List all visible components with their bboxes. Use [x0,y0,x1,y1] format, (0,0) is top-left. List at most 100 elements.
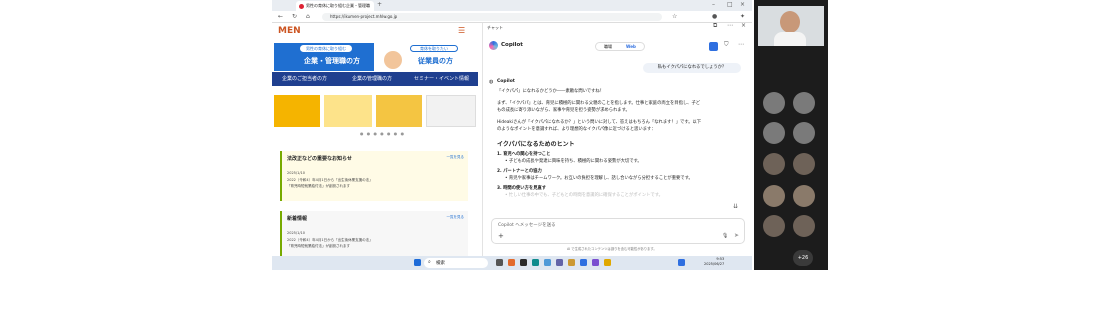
news1-more-link[interactable]: 一覧を見る [447,155,465,160]
copilot-taskbar-icon[interactable] [580,259,587,266]
participant-avatar[interactable] [793,122,815,144]
new-info-box: 新着情報 一覧を見る 2025/1/10 2022（令和4）年4月1日から「出生… [280,211,468,256]
company-manager-card[interactable]: 男性の育休に取り組む 企業・管理職の方 [274,43,374,71]
tip-2-bullet: • 育児や家事はチームワーク。お互いの負担を理解し、話し合いながら分担することが… [505,176,693,181]
site-logo[interactable]: MEN [278,26,301,36]
browser-tab-bar: 男性の育休に取り組む企業・管理職 + – □ × [272,0,752,11]
tips-heading: イクパパになるためのヒント [497,141,575,148]
minimize-icon[interactable]: – [712,0,715,11]
firefox-icon[interactable] [508,259,515,266]
nav-item-manager[interactable]: 企業の管理職の方 [352,72,392,86]
news2-heading: 新着情報 [287,216,308,222]
copilot-title: Copilot [501,42,523,48]
add-attachment-icon[interactable]: + [498,232,504,240]
banner-2[interactable] [324,95,372,127]
response-p3b: のようなポイントを意識すれば、より理想的なイクパパ像に近づけると思います： [497,127,656,132]
nav-item-company[interactable]: 企業のご担当者の方 [282,72,327,86]
tip-1-title: 1. 育児への関心を持つこと [497,152,551,157]
app2-icon[interactable] [592,259,599,266]
banner-4[interactable] [426,95,476,127]
response-p3a: Hideakiさんが「イクパパになれるか？」という問いに対して、答えはもちろん「… [497,120,702,125]
maximize-icon[interactable]: □ [727,0,733,11]
close-icon[interactable]: × [740,0,745,11]
participant-avatar[interactable] [763,153,785,175]
copilot-logo-icon [489,41,498,50]
presenter-video[interactable] [758,6,824,46]
scroll-down-icon[interactable]: ⇊ [733,201,738,213]
message-input[interactable]: Copilot へメッセージを送る [498,222,556,228]
news2-more-link[interactable]: 一覧を見る [447,215,465,220]
person-illustration [384,51,402,69]
more-options-icon[interactable]: ⋯ [727,20,733,32]
refresh-icon[interactable]: ↻ [292,11,297,23]
card-left-pill: 男性の育休に取り組む [300,45,352,52]
tip-2-title: 2. パートナーとの協力 [497,169,542,174]
banner-1[interactable] [274,95,320,127]
file-explorer-icon[interactable] [568,259,575,266]
shared-screen: 男性の育休に取り組む企業・管理職 + – □ × ← ↻ ⌂ https://i… [272,0,752,270]
more-participants-button[interactable]: +26 [793,250,813,266]
presenter-face [780,11,800,33]
folder-icon[interactable] [604,259,611,266]
card-right-pill: 育休を取りたい [410,45,458,52]
home-icon[interactable]: ⌂ [306,11,310,23]
windows-start-icon[interactable] [414,259,421,266]
new-tab-icon[interactable]: + [377,0,382,11]
teams-icon[interactable] [556,259,563,266]
news2-date: 2025/1/10 [287,231,305,235]
hamburger-menu-icon[interactable]: ☰ [458,26,465,35]
participant-avatar[interactable] [793,92,815,114]
important-news-box: 法改正などの重要なお知らせ 一覧を見る 2025/1/10 2022（令和4）年… [280,151,468,201]
participant-avatar[interactable] [763,215,785,237]
message-input-box[interactable]: Copilot へメッセージを送る + 🎙 ➤ [491,218,745,244]
taskbar-search[interactable]: ⌕ 検索 [424,258,488,268]
back-icon[interactable]: ← [278,11,283,23]
participant-avatar[interactable] [793,215,815,237]
carousel-dots[interactable]: ● ● ● ● ● ● ● [360,131,405,136]
toggle-work[interactable]: 職場 [604,43,612,50]
news1-line1[interactable]: 2022（令和4）年4月1日から「出生後休業支援の法」 [287,178,373,183]
close-pane-icon[interactable]: × [741,20,746,32]
terminal-icon[interactable] [520,259,527,266]
site-nav: 企業のご担当者の方 企業の管理職の方 セミナー・イベント情報 [272,72,478,86]
participant-avatar[interactable] [793,153,815,175]
url-field[interactable]: https://ikumen-project.mhlw.go.jp [322,13,662,21]
taskbar-date: 2025/06/27 [704,262,725,266]
participant-avatar[interactable] [763,92,785,114]
news2-line1[interactable]: 2022（令和4）年4月1日から「出生後休業支援の法」 [287,238,373,243]
open-new-icon[interactable]: ⧉ [713,20,717,32]
ai-disclaimer: AI で生成されたコンテンツは誤りを含む可能性があります。 [567,247,657,251]
response-p2b: もの成長に寄り添いながら、家事や育児を担う姿勢が求められます。 [497,108,630,113]
copilot-avatar-icon: ◍ [489,79,494,85]
participant-avatar[interactable] [793,185,815,207]
news1-line2[interactable]: 「育児時短就業給付法」が創設されます [287,184,350,189]
favorites-icon[interactable]: ☆ [672,11,677,23]
taskbar-time: 9:53 [716,257,725,261]
news1-heading: 法改正などの重要なお知らせ [287,156,352,162]
card-right-title: 従業員の方 [418,57,453,65]
send-icon[interactable]: ➤ [734,232,739,239]
edge-icon[interactable] [532,259,539,266]
shield-icon[interactable]: ⛉ [724,39,729,51]
task-view-icon[interactable] [496,259,503,266]
employee-card[interactable]: 育休を取りたい 従業員の方 [376,43,476,71]
toggle-web[interactable]: Web [626,43,636,50]
banner-3[interactable] [376,95,422,127]
news2-line2[interactable]: 「育児時短就業給付法」が創設されます [287,244,350,249]
new-chat-icon[interactable] [709,42,718,51]
response-p2a: まず、「イクパパ」とは、育児に積極的に関わる父親のことを指します。仕事と家庭の両… [497,101,701,106]
tip-3-title: 3. 時間の使い方を見直す [497,186,547,191]
wifi-icon[interactable] [678,259,685,266]
app-icon[interactable] [544,259,551,266]
menu-dots-icon[interactable]: ⋯ [738,39,744,51]
participant-avatar[interactable] [763,185,785,207]
browser-tab[interactable]: 男性の育休に取り組む企業・管理職 [296,1,374,11]
taskbar-clock[interactable]: 9:53 2025/06/27 [704,257,724,267]
participant-avatar[interactable] [763,122,785,144]
mode-toggle[interactable]: 職場 Web [595,42,645,51]
website-pane: MEN ☰ 男性の育休に取り組む 企業・管理職の方 育休を取りたい 従業員の方 … [272,23,478,256]
tip-1-bullet: • 子どもの成長や発達に興味を持ち、積極的に関わる姿勢が大切です。 [505,159,642,164]
nav-item-seminar[interactable]: セミナー・イベント情報 [414,72,469,86]
microphone-icon[interactable]: 🎙 [722,233,728,239]
search-icon: ⌕ [428,259,431,265]
